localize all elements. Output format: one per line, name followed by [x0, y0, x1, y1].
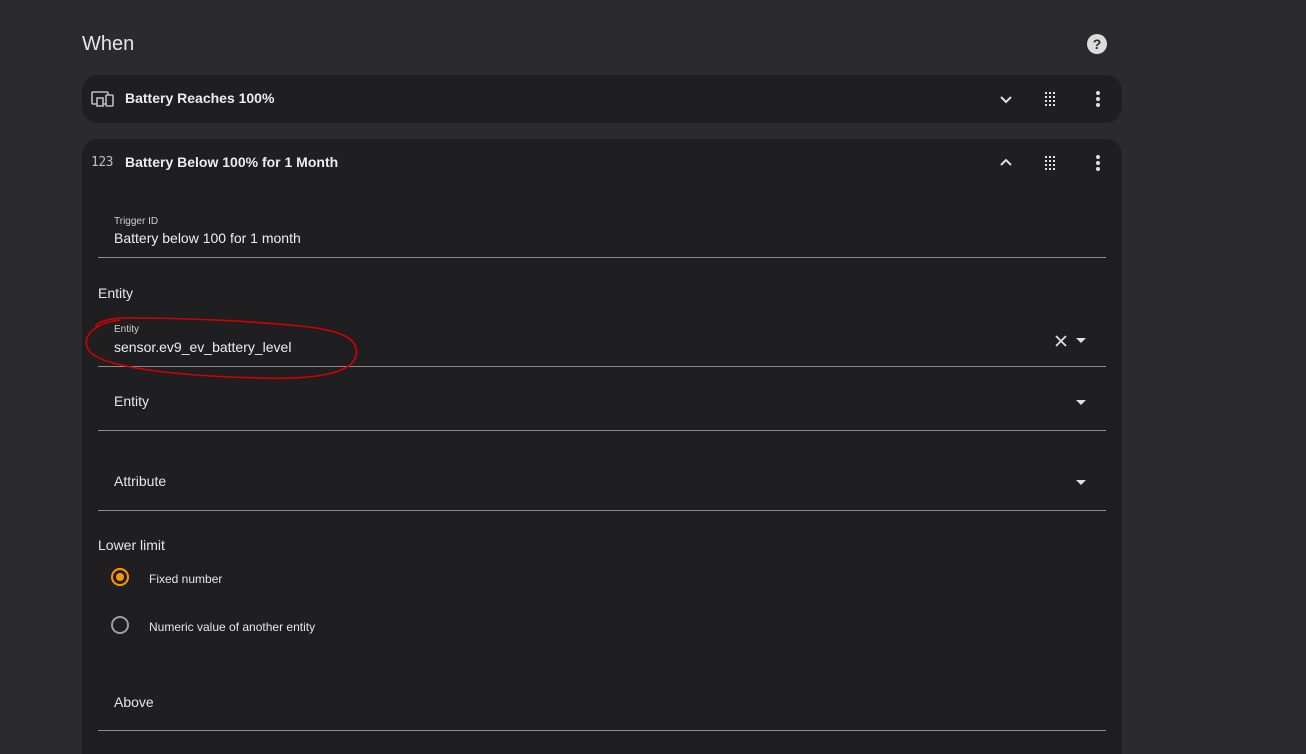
trigger-id-field[interactable]: Trigger ID Battery below 100 for 1 month	[98, 197, 1106, 258]
chevron-down-icon[interactable]	[994, 87, 1018, 111]
entity-group-label: Entity	[98, 285, 134, 301]
trigger-card[interactable]: Battery Reaches 100%	[82, 75, 1122, 123]
clear-icon[interactable]	[1054, 334, 1068, 348]
attribute-placeholder: Attribute	[114, 473, 167, 489]
entity-label: Entity	[114, 324, 140, 335]
numeric-123-icon: 123	[91, 155, 113, 170]
section-title: When	[82, 33, 135, 55]
above-field[interactable]: Above	[98, 659, 1106, 731]
radio-unselected-icon[interactable]	[111, 616, 129, 634]
chevron-up-icon[interactable]	[994, 151, 1018, 175]
dropdown-arrow-icon[interactable]	[1076, 480, 1086, 485]
entity-placeholder: Entity	[114, 393, 150, 409]
above-placeholder: Above	[114, 694, 154, 710]
more-vert-icon[interactable]	[1086, 151, 1110, 175]
entity-value[interactable]: sensor.ev9_ev_battery_level	[114, 339, 291, 355]
trigger-card: 123 Battery Below 100% for 1 Month Trigg…	[82, 139, 1122, 754]
drag-handle-icon[interactable]	[1038, 151, 1062, 175]
trigger-id-value[interactable]: Battery below 100 for 1 month	[114, 230, 301, 246]
attribute-picker[interactable]: Attribute	[98, 431, 1106, 511]
entity-picker-add[interactable]: Entity	[98, 367, 1106, 431]
help-icon[interactable]: ?	[1086, 33, 1108, 55]
radio-selected-icon[interactable]	[111, 568, 129, 586]
radio-label: Numeric value of another entity	[149, 620, 316, 634]
trigger-title: Battery Reaches 100%	[125, 90, 275, 106]
dropdown-arrow-icon[interactable]	[1076, 400, 1086, 405]
trigger-id-label: Trigger ID	[114, 216, 159, 227]
entity-picker[interactable]: Entity sensor.ev9_ev_battery_level	[98, 309, 1106, 367]
trigger-title: Battery Below 100% for 1 Month	[125, 154, 339, 170]
svg-text:?: ?	[1093, 36, 1102, 52]
automation-editor: When ? Battery Reaches 100% 123 Battery …	[0, 0, 1306, 754]
lower-limit-label: Lower limit	[98, 537, 165, 553]
trigger-header[interactable]: Battery Reaches 100%	[82, 75, 1122, 123]
devices-icon	[91, 89, 115, 109]
dropdown-arrow-icon[interactable]	[1076, 338, 1086, 343]
more-vert-icon[interactable]	[1086, 87, 1110, 111]
drag-handle-icon[interactable]	[1038, 87, 1062, 111]
trigger-header[interactable]: 123 Battery Below 100% for 1 Month	[82, 139, 1122, 185]
radio-label: Fixed number	[149, 572, 223, 586]
